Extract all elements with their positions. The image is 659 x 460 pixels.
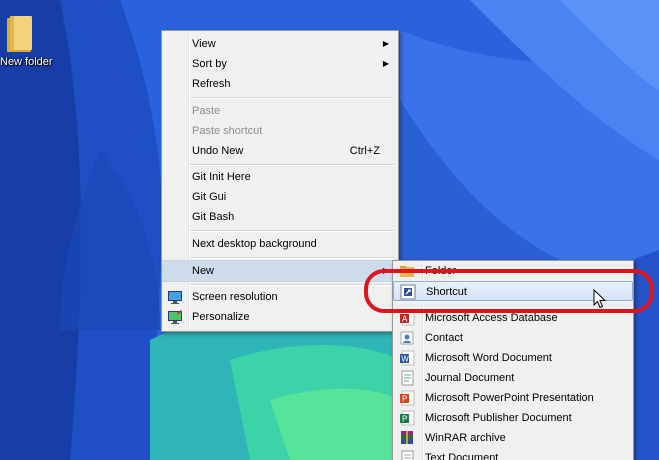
menu-item-label: Text Document: [425, 452, 499, 460]
powerpoint-icon: P: [400, 390, 415, 406]
menu-item-sort-by[interactable]: Sort by ▶: [162, 54, 398, 74]
menu-item-label: WinRAR archive: [425, 432, 506, 444]
menu-item-git-init-here[interactable]: Git Init Here: [162, 167, 398, 187]
desktop[interactable]: New folder View ▶ Sort by ▶ Refresh Past…: [0, 0, 659, 460]
menu-item-label: Personalize: [192, 311, 250, 323]
submenu-arrow-icon: ▶: [382, 59, 389, 68]
menu-item-label: Refresh: [192, 78, 231, 90]
menu-item-label: View: [192, 38, 216, 50]
submenu-arrow-icon: ▶: [382, 39, 389, 48]
menu-item-git-bash[interactable]: Git Bash: [162, 207, 398, 227]
winrar-icon: [401, 431, 413, 444]
submenu-item-contact[interactable]: Contact: [393, 328, 633, 348]
submenu-item-publisher-document[interactable]: P Microsoft Publisher Document: [393, 408, 633, 428]
svg-text:A: A: [402, 315, 408, 324]
menu-item-label: Journal Document: [425, 372, 515, 384]
submenu-item-journal-document[interactable]: Journal Document: [393, 368, 633, 388]
menu-item-undo-new[interactable]: Undo New Ctrl+Z: [162, 141, 398, 161]
menu-item-next-desktop-background[interactable]: Next desktop background: [162, 234, 398, 254]
submenu-item-powerpoint-presentation[interactable]: P Microsoft PowerPoint Presentation: [393, 388, 633, 408]
publisher-icon: P: [400, 410, 415, 426]
menu-item-label: Paste shortcut: [192, 125, 263, 137]
annotation-highlight: [364, 269, 654, 313]
menu-item-label: Git Bash: [192, 211, 235, 223]
menu-item-shortcut: Ctrl+Z: [349, 145, 380, 157]
menu-item-paste-shortcut[interactable]: Paste shortcut: [162, 121, 398, 141]
menu-item-label: New: [192, 265, 215, 277]
text-document-icon: [401, 450, 414, 460]
submenu-item-winrar-archive[interactable]: WinRAR archive: [393, 428, 633, 448]
menu-item-label: Undo New: [192, 145, 244, 157]
menu-separator: [190, 257, 394, 259]
personalize-icon: [168, 310, 182, 324]
mouse-cursor-icon: [593, 289, 607, 309]
menu-item-label: Sort by: [192, 58, 227, 70]
submenu-item-text-document[interactable]: Text Document: [393, 448, 633, 460]
menu-item-label: Screen resolution: [192, 291, 278, 303]
menu-item-label: Paste: [192, 105, 221, 117]
menu-separator: [190, 164, 394, 166]
menu-item-view[interactable]: View ▶: [162, 34, 398, 54]
journal-icon: [401, 370, 414, 386]
menu-separator: [190, 97, 394, 99]
menu-item-label: Microsoft PowerPoint Presentation: [425, 392, 594, 404]
menu-item-label: Microsoft Publisher Document: [425, 412, 572, 424]
menu-item-label: Git Init Here: [192, 171, 251, 183]
menu-item-label: Next desktop background: [192, 238, 317, 250]
menu-separator: [190, 230, 394, 232]
menu-item-label: Contact: [425, 332, 463, 344]
menu-item-label: Git Gui: [192, 191, 227, 203]
svg-text:P: P: [402, 415, 407, 424]
menu-item-git-gui[interactable]: Git Gui: [162, 187, 398, 207]
word-icon: W: [400, 350, 415, 366]
monitor-icon: [168, 291, 182, 304]
svg-text:P: P: [402, 395, 407, 404]
folder-icon: [7, 16, 32, 52]
menu-item-label: Microsoft Word Document: [425, 352, 552, 364]
contact-icon: [400, 331, 414, 345]
submenu-item-word-document[interactable]: W Microsoft Word Document: [393, 348, 633, 368]
svg-text:W: W: [401, 355, 409, 364]
menu-item-refresh[interactable]: Refresh: [162, 74, 398, 94]
desktop-icon-label: New folder: [0, 56, 53, 68]
menu-item-paste[interactable]: Paste: [162, 101, 398, 121]
